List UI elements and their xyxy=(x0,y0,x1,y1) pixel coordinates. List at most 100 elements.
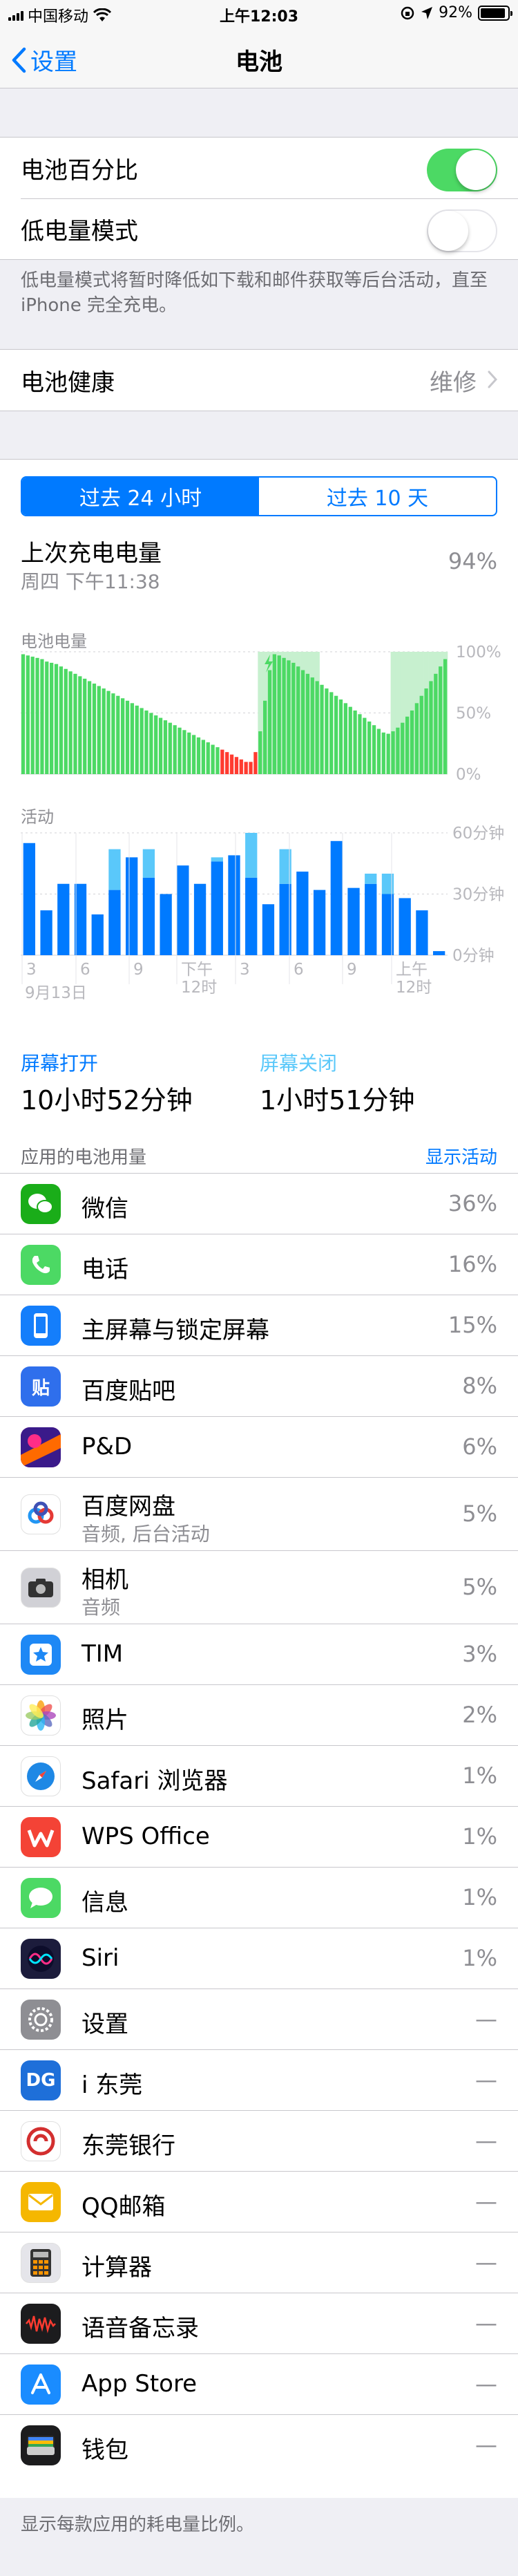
app-battery-percent: 15% xyxy=(448,1312,497,1338)
battery-bar xyxy=(211,744,215,774)
screen-on-bar xyxy=(399,898,411,955)
screen-on-bar xyxy=(330,840,343,955)
wps-icon xyxy=(21,1817,61,1857)
screen-off-bar xyxy=(142,849,155,878)
wallet-icon xyxy=(21,2425,61,2465)
baidu-pan-icon xyxy=(21,1494,61,1534)
app-usage-row[interactable]: 东莞银行 — xyxy=(0,2111,518,2172)
battery-bar xyxy=(267,670,272,774)
app-usage-row[interactable]: Siri 1% xyxy=(0,1928,518,1989)
screen-on-bar xyxy=(57,883,70,955)
y-tick-label: 30分钟 xyxy=(452,886,504,904)
battery-bar xyxy=(102,688,106,774)
battery-bar xyxy=(201,740,205,774)
app-usage-row[interactable]: 语音备忘录 — xyxy=(0,2293,518,2354)
iphone-icon xyxy=(21,1306,61,1346)
tab-last-24-hours[interactable]: 过去 24 小时 xyxy=(22,478,259,515)
battery-percentage-toggle[interactable] xyxy=(427,149,497,191)
low-power-footnote: 低电量模式将暂时降低如下载和邮件获取等后台活动，直至 iPhone 完全充电。 xyxy=(21,268,504,318)
battery-health-row[interactable]: 电池健康 维修 xyxy=(0,350,518,411)
app-usage-row[interactable]: Safari 浏览器 1% xyxy=(0,1746,518,1807)
icon-glyph: 贴 xyxy=(31,1378,50,1399)
app-usage-row[interactable]: 设置 — xyxy=(0,1989,518,2050)
app-battery-percent: — xyxy=(475,2310,497,2336)
battery-bar xyxy=(111,693,115,774)
app-usage-row[interactable]: 百度网盘 音频, 后台活动 5% xyxy=(0,1478,518,1551)
battery-bar xyxy=(376,728,381,774)
app-usage-row[interactable]: TIM 3% xyxy=(0,1624,518,1685)
screen-on-bar xyxy=(296,872,309,955)
app-battery-percent: 1% xyxy=(462,1823,497,1850)
battery-bar xyxy=(410,710,414,774)
app-usage-row[interactable]: DG i 东莞 — xyxy=(0,2050,518,2111)
battery-bar xyxy=(130,703,134,774)
app-battery-percent: 36% xyxy=(448,1190,497,1216)
screen-on-bar xyxy=(228,855,240,955)
rotation-lock-icon xyxy=(401,6,414,19)
battery-bar xyxy=(196,737,201,774)
app-usage-row[interactable]: WPS Office 1% xyxy=(0,1807,518,1868)
app-usage-row[interactable]: 照片 2% xyxy=(0,1685,518,1746)
app-name: 主屏幕与锁定屏幕 xyxy=(81,1317,269,1344)
battery-health-detail: 维修 xyxy=(430,368,477,397)
app-usage-row[interactable]: 电话 16% xyxy=(0,1234,518,1295)
app-name: 百度贴吧 xyxy=(81,1378,175,1405)
app-usage-row[interactable]: P&D 6% xyxy=(0,1417,518,1478)
x-tick-label: 6 xyxy=(80,961,90,979)
phone-icon xyxy=(21,1245,61,1285)
app-store-icon xyxy=(21,2365,61,2405)
screen-on-bar xyxy=(347,887,360,955)
app-name: 计算器 xyxy=(81,2254,152,2282)
tab-last-10-days[interactable]: 过去 10 天 xyxy=(259,478,496,515)
screen-off-bar xyxy=(211,857,223,862)
battery-y-axis: 100% 50% 0% xyxy=(456,645,501,783)
app-name: 东莞银行 xyxy=(81,2132,175,2160)
battery-bar xyxy=(144,710,148,774)
screen-on-bar xyxy=(108,890,121,955)
screen-on-bar xyxy=(160,894,172,955)
app-usage-row[interactable]: 相机 音频 5% xyxy=(0,1551,518,1624)
app-name: 照片 xyxy=(81,1707,128,1734)
low-power-mode-toggle[interactable] xyxy=(427,209,497,252)
screen-on-bar xyxy=(23,843,36,955)
battery-bar xyxy=(443,659,448,774)
activity-chart: 60分钟30分钟0分钟369下午12时369上午12时9月13日9月14日 xyxy=(21,825,504,1002)
battery-bar xyxy=(310,677,314,774)
app-name: App Store xyxy=(81,2370,198,2398)
battery-bar xyxy=(158,717,163,774)
battery-bar xyxy=(424,688,428,774)
battery-bar xyxy=(192,735,196,774)
show-activity-button[interactable]: 显示活动 xyxy=(425,1143,497,1169)
battery-bar xyxy=(83,678,87,774)
app-usage-row[interactable]: 贴 百度贴吧 8% xyxy=(0,1356,518,1417)
app-usage-row[interactable]: 计算器 — xyxy=(0,2232,518,2293)
battery-bar xyxy=(125,700,130,774)
battery-bar xyxy=(258,731,262,774)
low-power-footnote-line1: 低电量模式将暂时降低如下载和邮件获取等后台活动，直至 xyxy=(21,270,488,291)
app-usage-row[interactable]: QQ邮箱 — xyxy=(0,2172,518,2232)
app-battery-percent: 1% xyxy=(462,1945,497,1971)
app-usage-row[interactable]: 钱包 — xyxy=(0,2415,518,2476)
tieba-icon: 贴 xyxy=(21,1366,61,1407)
x-tick-label: 上午 xyxy=(396,961,428,979)
app-usage-row[interactable]: 主屏幕与锁定屏幕 15% xyxy=(0,1295,518,1356)
app-battery-percent: 5% xyxy=(462,1501,497,1527)
battery-bar xyxy=(343,703,347,774)
app-usage-row[interactable]: App Store — xyxy=(0,2354,518,2415)
app-name: 信息 xyxy=(81,1889,128,1917)
battery-bar xyxy=(116,695,120,774)
battery-bar xyxy=(439,666,443,774)
app-battery-percent: — xyxy=(475,2432,497,2458)
battery-usage-panel: 过去 24 小时 过去 10 天 上次充电电量 周四 下午11:38 94% 电… xyxy=(0,459,518,2498)
battery-bar xyxy=(21,654,26,774)
battery-bar xyxy=(149,713,153,774)
battery-health-group: 电池健康 维修 xyxy=(0,349,518,411)
app-usage-row[interactable]: 微信 36% xyxy=(0,1174,518,1234)
screen-on-bar xyxy=(365,883,377,955)
battery-bar xyxy=(381,732,385,774)
screen-off-bar xyxy=(108,849,121,890)
chevron-right-icon xyxy=(488,370,497,388)
screen-on-bar xyxy=(245,877,258,955)
app-usage-row[interactable]: 信息 1% xyxy=(0,1868,518,1928)
battery-percentage-row: 电池百分比 xyxy=(0,138,518,198)
